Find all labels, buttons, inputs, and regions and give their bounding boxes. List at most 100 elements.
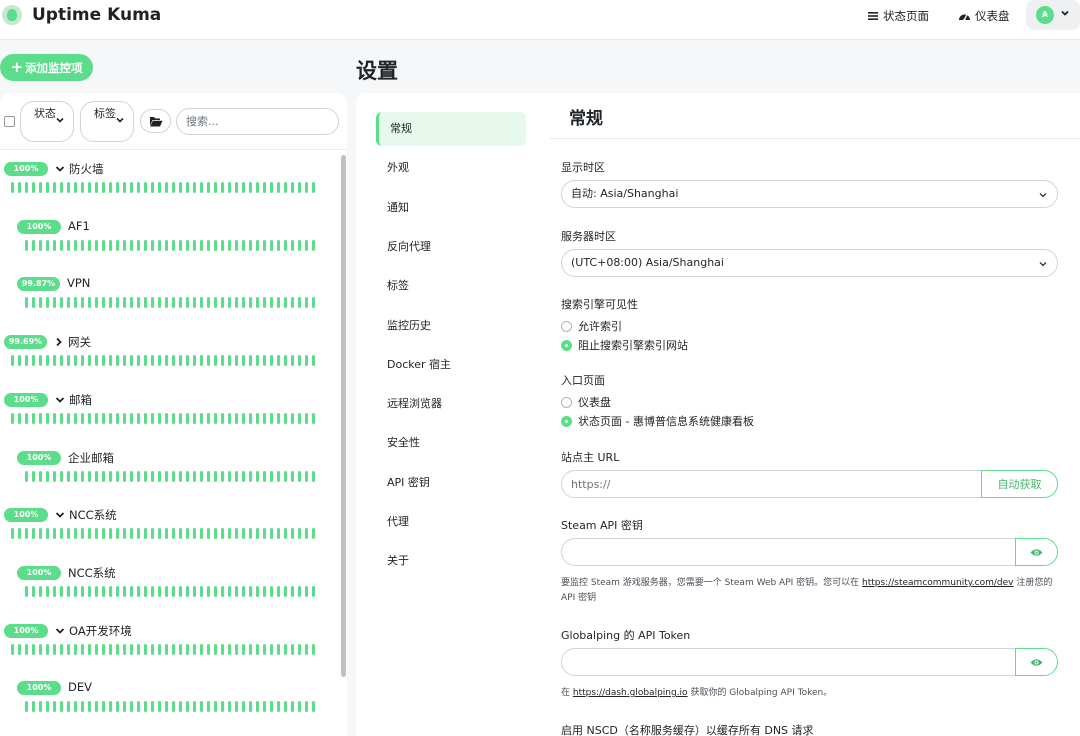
heartbeat-tick[interactable] [144,528,147,540]
heartbeat-tick[interactable] [46,643,49,655]
heartbeat-tick[interactable] [235,528,238,540]
heartbeat-tick[interactable] [109,412,112,424]
heartbeat-tick[interactable] [312,528,315,540]
heartbeat-tick[interactable] [298,239,301,251]
globalping-token-input[interactable] [561,648,1016,676]
heartbeat-tick[interactable] [109,643,112,655]
heartbeat-tick[interactable] [305,528,308,540]
heartbeat-tick[interactable] [46,528,49,540]
heartbeat-tick[interactable] [312,182,315,193]
heartbeat-tick[interactable] [270,643,273,655]
heartbeat-tick[interactable] [172,585,175,597]
heartbeat-tick[interactable] [102,297,105,309]
heartbeat-tick[interactable] [46,182,49,193]
heartbeat-tick[interactable] [32,239,35,251]
heartbeat-tick[interactable] [102,182,105,193]
heartbeat-tick[interactable] [242,585,245,597]
heartbeat-tick[interactable] [25,585,28,597]
heartbeat-tick[interactable] [165,297,168,309]
monitor-group-item[interactable]: 100% 防火墙 [0,151,340,209]
heartbeat-tick[interactable] [88,528,91,540]
heartbeat-tick[interactable] [242,470,245,482]
heartbeat-tick[interactable] [193,585,196,597]
heartbeat-tick[interactable] [186,643,189,655]
heartbeat-tick[interactable] [165,412,168,424]
heartbeat-tick[interactable] [228,239,231,251]
heartbeat-tick[interactable] [291,297,294,309]
heartbeat-tick[interactable] [151,470,154,482]
heartbeat-tick[interactable] [172,297,175,309]
heartbeat-tick[interactable] [179,297,182,309]
heartbeat-tick[interactable] [46,412,49,424]
heartbeat-tick[interactable] [305,470,308,482]
heartbeat-tick[interactable] [186,412,189,424]
heartbeat-tick[interactable] [32,643,35,655]
heartbeat-tick[interactable] [74,528,77,540]
heartbeat-tick[interactable] [186,528,189,540]
heartbeat-tick[interactable] [207,412,210,424]
heartbeat-tick[interactable] [95,585,98,597]
heartbeat-tick[interactable] [221,470,224,482]
radio-button[interactable] [561,320,572,332]
heartbeat-tick[interactable] [151,701,154,713]
heartbeat-tick[interactable] [172,470,175,482]
heartbeat-tick[interactable] [158,182,161,193]
heartbeat-tick[interactable] [228,528,231,540]
heartbeat-tick[interactable] [158,701,161,713]
heartbeat-tick[interactable] [312,701,315,713]
heartbeat-tick[interactable] [263,470,266,482]
heartbeat-tick[interactable] [81,355,84,367]
heartbeat-tick[interactable] [144,182,147,193]
heartbeat-tick[interactable] [270,701,273,713]
heartbeat-tick[interactable] [186,701,189,713]
heartbeat-tick[interactable] [130,470,133,482]
heartbeat-tick[interactable] [256,182,259,193]
heartbeat-tick[interactable] [25,239,28,251]
heartbeat-tick[interactable] [242,412,245,424]
heartbeat-tick[interactable] [256,528,259,540]
heartbeat-tick[interactable] [249,355,252,367]
monitor-item[interactable]: 100% AF1 [0,209,340,267]
heartbeat-tick[interactable] [11,182,14,193]
heartbeat-tick[interactable] [116,643,119,655]
heartbeat-tick[interactable] [130,585,133,597]
heartbeat-tick[interactable] [46,355,49,367]
heartbeat-tick[interactable] [60,470,63,482]
heartbeat-tick[interactable] [228,585,231,597]
heartbeat-tick[interactable] [60,182,63,193]
heartbeat-tick[interactable] [214,182,217,193]
heartbeat-tick[interactable] [242,297,245,309]
heartbeat-tick[interactable] [270,182,273,193]
heartbeat-tick[interactable] [67,412,70,424]
heartbeat-tick[interactable] [95,239,98,251]
heartbeat-tick[interactable] [165,239,168,251]
heartbeat-tick[interactable] [200,412,203,424]
heartbeat-tick[interactable] [123,643,126,655]
heartbeat-tick[interactable] [312,585,315,597]
heartbeat-tick[interactable] [88,643,91,655]
heartbeat-tick[interactable] [214,239,217,251]
heartbeat-tick[interactable] [256,355,259,367]
heartbeat-tick[interactable] [207,701,210,713]
heartbeat-tick[interactable] [249,585,252,597]
heartbeat-tick[interactable] [137,528,140,540]
heartbeat-tick[interactable] [74,297,77,309]
heartbeat-tick[interactable] [235,239,238,251]
heartbeat-tick[interactable] [130,643,133,655]
heartbeat-tick[interactable] [88,585,91,597]
heartbeat-tick[interactable] [284,528,287,540]
heartbeat-tick[interactable] [137,239,140,251]
heartbeat-tick[interactable] [305,355,308,367]
heartbeat-tick[interactable] [60,297,63,309]
heartbeat-tick[interactable] [123,297,126,309]
heartbeat-tick[interactable] [60,585,63,597]
heartbeat-tick[interactable] [291,701,294,713]
heartbeat-tick[interactable] [102,528,105,540]
heartbeat-tick[interactable] [165,643,168,655]
heartbeat-tick[interactable] [305,412,308,424]
heartbeat-tick[interactable] [39,470,42,482]
heartbeat-tick[interactable] [193,239,196,251]
list-scrollbar[interactable] [341,155,346,677]
heartbeat-tick[interactable] [312,355,315,367]
heartbeat-tick[interactable] [235,585,238,597]
